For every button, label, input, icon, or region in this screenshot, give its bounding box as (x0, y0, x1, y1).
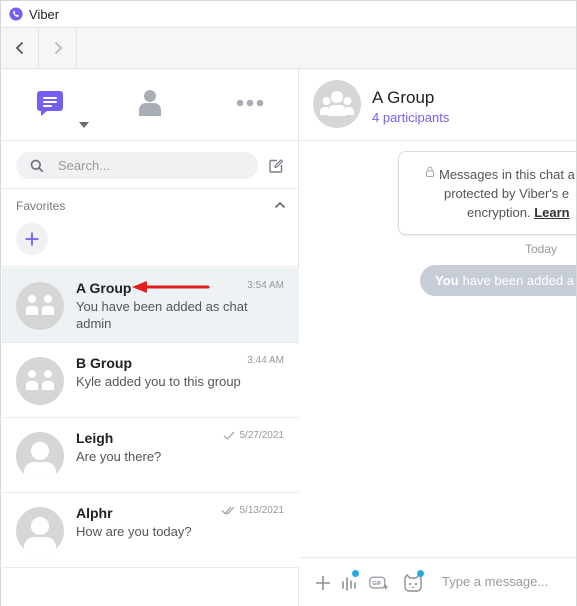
group-icon (26, 370, 54, 390)
person-silhouette-icon (24, 517, 56, 555)
chat-preview: How are you today? (76, 524, 192, 539)
message-composer: GIF (299, 557, 576, 606)
avatar (16, 507, 64, 555)
avatar (16, 432, 64, 480)
plus-icon (25, 232, 39, 246)
chat-bubble-icon (37, 91, 63, 116)
chat-name: A Group (76, 280, 132, 296)
learn-more-link[interactable]: Learn (534, 205, 569, 220)
chat-preview: Kyle added you to this group (76, 374, 241, 389)
person-silhouette-icon (24, 442, 56, 480)
chevron-left-icon (15, 41, 23, 55)
voice-message-button[interactable] (340, 570, 360, 592)
back-button[interactable] (1, 28, 39, 68)
avatar (16, 357, 64, 405)
chat-timestamp: 5/27/2021 (239, 430, 285, 441)
encryption-notice: Messages in this chat a protected by Vib… (398, 151, 576, 235)
participants-link[interactable]: 4 participants (372, 110, 449, 125)
chat-time: 3:54 AM (247, 280, 284, 291)
annotation-arrow-icon (132, 281, 210, 293)
chat-list-item[interactable]: Leigh Are you there? 5/27/2021 (2, 418, 299, 493)
message-input[interactable] (442, 574, 572, 589)
conversation-title[interactable]: A Group (372, 88, 434, 108)
conversation-header[interactable]: A Group 4 participants (299, 69, 576, 141)
group-avatar[interactable] (313, 80, 361, 128)
chat-preview: Are you there? (76, 449, 162, 464)
main-tabs (1, 69, 298, 141)
chat-name: Alphr (76, 505, 113, 521)
chat-name: B Group (76, 355, 132, 371)
chevron-right-icon (54, 41, 62, 55)
double-check-icon (221, 506, 234, 515)
chat-timestamp: 5/13/2021 (239, 505, 285, 516)
window-title: Viber (29, 6, 60, 22)
chevron-up-icon[interactable] (274, 200, 286, 210)
chat-list-item[interactable]: B Group Kyle added you to this group 3:44 … (2, 343, 299, 418)
notification-dot (352, 570, 359, 577)
gif-icon[interactable]: GIF (369, 574, 389, 592)
search-box[interactable] (16, 152, 258, 179)
audio-waveform-icon (342, 577, 356, 591)
favorites-section: Favorites (1, 189, 298, 267)
person-icon (139, 90, 161, 116)
encryption-notice-line-2: protected by Viber's e (444, 186, 570, 201)
notification-dot (417, 570, 424, 577)
encryption-notice-line-3: encryption. Learn (467, 205, 576, 220)
group-icon (26, 295, 54, 315)
plus-icon[interactable] (314, 574, 334, 592)
navigation-bar (0, 28, 577, 69)
search-row (1, 141, 298, 189)
chat-name: Leigh (76, 430, 114, 446)
encryption-notice-line-1: Messages in this chat a (439, 167, 575, 182)
chat-timestamp: 3:44 AM (247, 355, 284, 366)
chat-time: 5/27/2021 (223, 430, 285, 441)
chats-dropdown-caret-icon[interactable] (79, 122, 89, 128)
more-dots-icon (236, 99, 264, 107)
svg-text:GIF: GIF (372, 581, 382, 587)
left-panel: Favorites A Group You have been added as … (0, 69, 299, 606)
avatar (16, 282, 64, 330)
system-message-subject: You (435, 273, 459, 288)
group-icon (320, 91, 354, 116)
system-message: You have been added a (420, 265, 576, 296)
viber-logo-icon (9, 7, 23, 21)
chat-time: 5/13/2021 (221, 505, 285, 516)
chat-preview: You have been added as chat admin (76, 299, 248, 331)
search-icon (30, 159, 44, 172)
conversation-panel: A Group 4 participants Messages in this … (299, 69, 577, 606)
favorites-label: Favorites (16, 199, 66, 213)
system-message-text: have been added a (462, 273, 574, 288)
tab-more[interactable] (234, 87, 266, 119)
tab-contacts[interactable] (134, 87, 166, 119)
sticker-button[interactable] (402, 570, 424, 592)
title-bar: Viber (0, 0, 577, 28)
chat-timestamp: 3:54 AM (247, 280, 284, 291)
add-favorite-button[interactable] (16, 223, 48, 255)
encryption-notice-text: encryption. (467, 205, 531, 220)
date-separator: Today (525, 242, 558, 256)
tab-chats[interactable] (34, 87, 66, 119)
forward-button[interactable] (39, 28, 77, 68)
search-input[interactable] (58, 158, 228, 173)
compose-icon[interactable] (268, 158, 284, 174)
chat-time: 3:44 AM (247, 355, 284, 366)
check-icon (223, 431, 234, 440)
lock-icon (426, 166, 434, 177)
chat-list-item[interactable]: Alphr How are you today? 5/13/2021 (2, 493, 299, 568)
